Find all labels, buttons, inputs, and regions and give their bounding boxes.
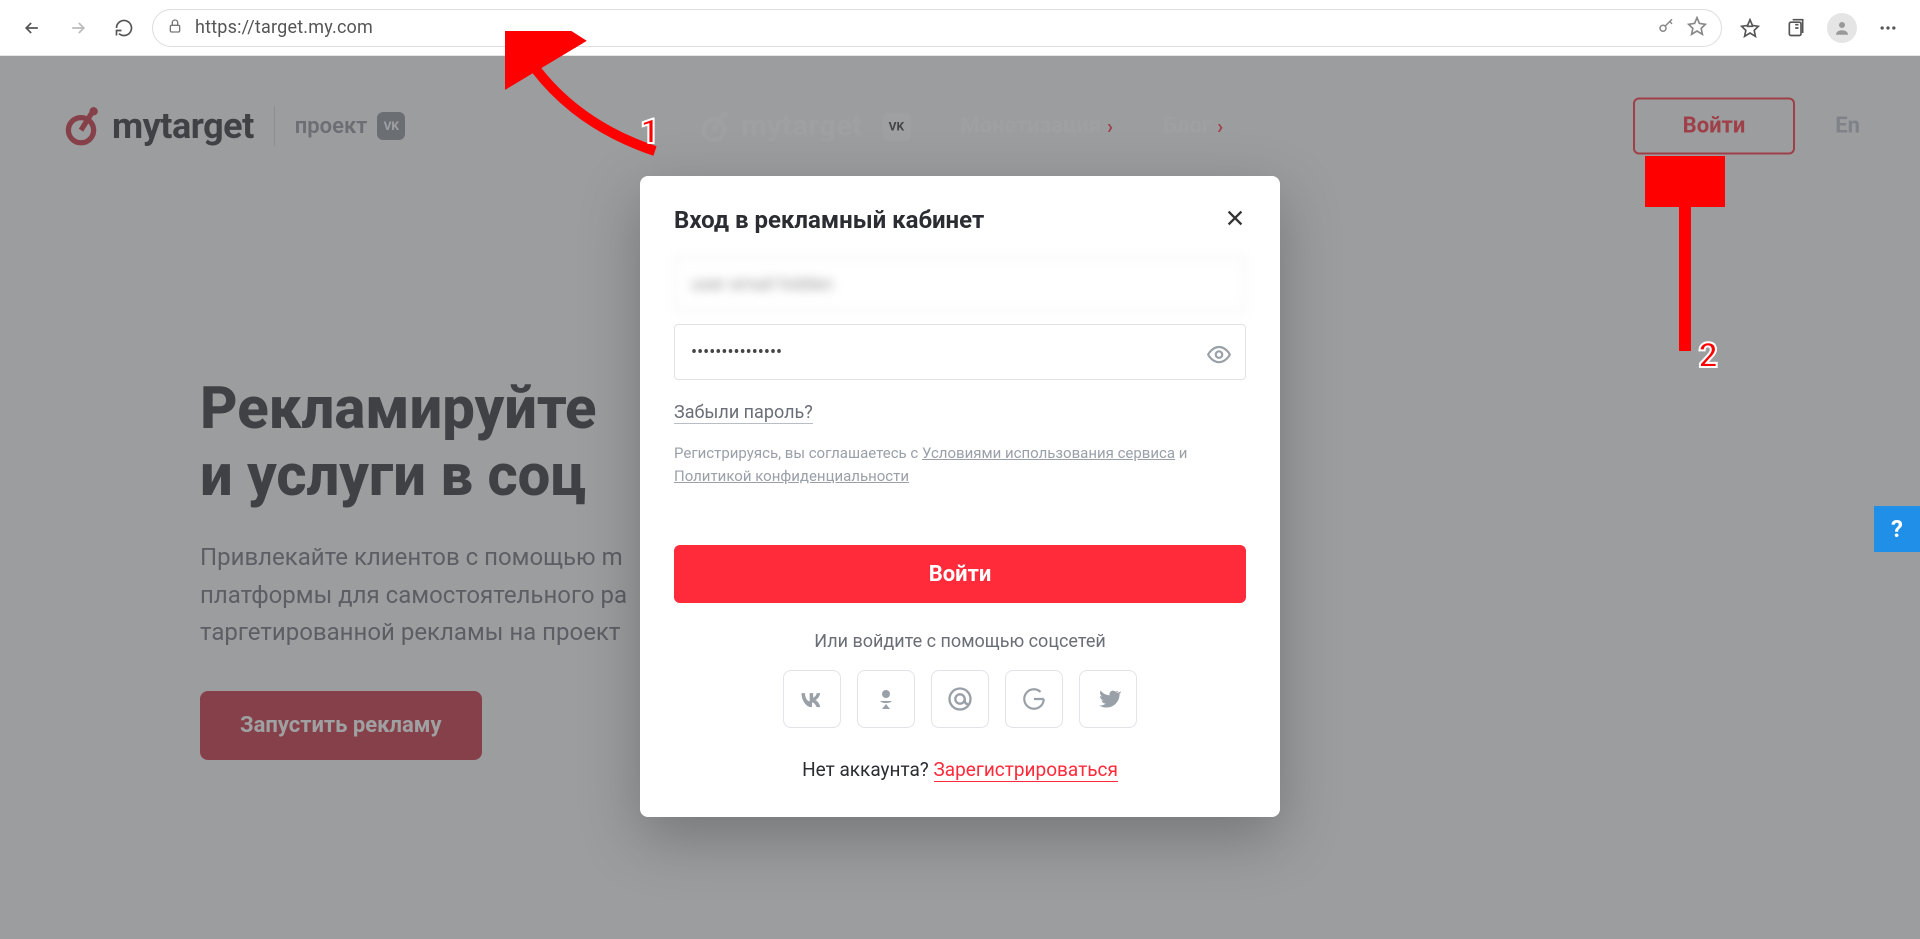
register-row: Нет аккаунта? Зарегистрироваться [674,758,1246,781]
modal-title: Вход в рекламный кабинет [674,206,984,234]
favorites-bar-icon[interactable] [1732,10,1768,46]
url-text: https://target.my.com [195,17,1645,38]
profile-button[interactable] [1824,10,1860,46]
page-body: mytarget проект VK mytarget VK Монетизац… [0,56,1920,939]
lock-icon [167,18,183,38]
social-google-button[interactable] [1005,670,1063,728]
email-input[interactable] [674,256,1246,312]
forward-button[interactable] [60,10,96,46]
social-vk-button[interactable] [783,670,841,728]
show-password-icon[interactable] [1202,338,1236,372]
address-bar[interactable]: https://target.my.com [152,9,1722,47]
forgot-password-link[interactable]: Забыли пароль? [674,402,813,424]
terms-link[interactable]: Условиями использования сервиса [922,444,1175,462]
key-icon[interactable] [1657,17,1675,39]
register-link[interactable]: Зарегистрироваться [934,758,1118,782]
browser-toolbar: https://target.my.com [0,0,1920,56]
password-input[interactable] [674,324,1246,380]
close-icon[interactable] [1224,207,1246,234]
submit-login-button[interactable]: Войти [674,545,1246,603]
legal-text: Регистрируясь, вы соглашаетесь с Условия… [674,442,1246,487]
annotation-number-1: 1 [640,112,660,152]
favorite-icon[interactable] [1687,16,1707,40]
reload-button[interactable] [106,10,142,46]
social-mailru-button[interactable] [931,670,989,728]
login-modal: Вход в рекламный кабинет Забыли пароль? … [640,176,1280,817]
collections-icon[interactable] [1778,10,1814,46]
annotation-number-2: 2 [1698,336,1718,376]
social-ok-button[interactable] [857,670,915,728]
help-tab[interactable]: ? [1874,506,1920,552]
privacy-link[interactable]: Политикой конфиденциальности [674,467,909,485]
more-menu-icon[interactable] [1870,10,1906,46]
social-twitter-button[interactable] [1079,670,1137,728]
back-button[interactable] [14,10,50,46]
social-login-label: Или войдите с помощью соцсетей [674,631,1246,652]
